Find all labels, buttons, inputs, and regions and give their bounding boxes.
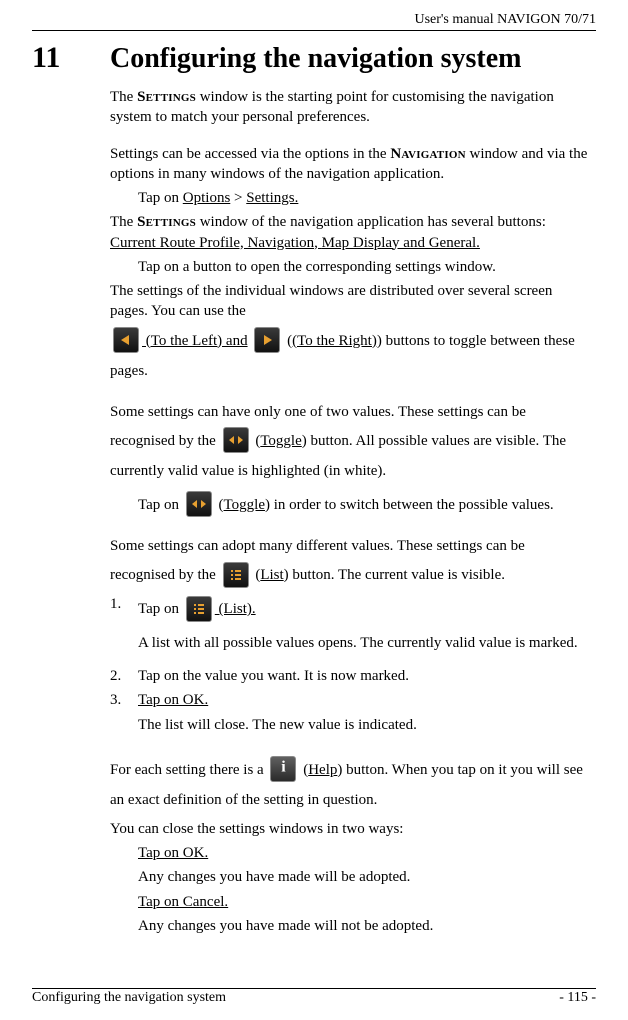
list-icon [186,596,212,622]
intro-paragraph-2: Settings can be accessed via the options… [110,144,592,185]
help-label: Help [308,762,337,778]
close-cancel: Tap on Cancel. [138,892,592,912]
running-header: User's manual NAVIGON 70/71 [32,12,596,31]
close-ok-sub: Any changes you have made will be adopte… [138,867,592,887]
step-3: 3. Tap on OK. The list will close. The n… [110,690,592,739]
tap-options-line: Tap on Options > Settings. [138,188,592,208]
tap-toggle-line: Tap on (Toggle) in order to switch betwe… [138,490,592,520]
intro-paragraph-1: The Settings window is the starting poin… [110,87,592,128]
toggle-recognise-line: recognised by the (Toggle) button. All p… [110,426,592,486]
footer-left: Configuring the navigation system [32,990,226,1006]
buttons-paragraph: The Settings window of the navigation ap… [110,212,592,253]
close-intro: You can close the settings windows in tw… [110,819,592,839]
close-cancel-sub: Any changes you have made will not be ad… [138,916,592,936]
step-3-sub: The list will close. The new value is in… [138,715,592,735]
info-icon: i [270,756,296,782]
toggle-label: Toggle [260,433,301,449]
arrow-right-icon [254,327,280,353]
list-icon [223,562,249,588]
settings-link: Settings. [246,190,298,206]
distributed-paragraph: The settings of the individual windows a… [110,281,592,322]
options-link: Options [183,190,231,206]
close-ok: Tap on OK. [138,843,592,863]
page-footer: Configuring the navigation system - 115 … [32,988,596,1006]
navigation-smallcaps: Navigation [390,146,465,162]
to-the-left-label: (To the Left) and [142,333,248,349]
chapter-title: Configuring the navigation system [110,43,521,75]
step-1-sub: A list with all possible values opens. T… [138,628,592,658]
step-2: 2. Tap on the value you want. It is now … [110,666,592,686]
chapter-heading: 11 Configuring the navigation system [32,41,596,75]
toggle-icon [223,427,249,453]
tap-button-line: Tap on a button to open the correspondin… [138,257,592,277]
two-values-paragraph: Some settings can have only one of two v… [110,402,592,422]
list-label: List [260,567,283,583]
tap-ok-link: Tap on OK. [138,692,208,708]
many-values-paragraph: Some settings can adopt many different v… [110,536,592,556]
arrow-left-icon [113,327,139,353]
step-1: 1. Tap on (List). A list with all possib… [110,594,592,662]
list-recognise-line: recognised by the (List) button. The cur… [110,560,592,590]
toggle-icon [186,491,212,517]
left-right-line: (To the Left) and ((To the Right)) butto… [110,326,592,386]
chapter-number: 11 [32,41,110,75]
footer-page-number: - 115 - [559,990,596,1006]
to-the-right-label: ((To the Right)) [287,333,382,349]
list-link: (List). [215,601,256,617]
settings-smallcaps: Settings [137,89,196,105]
help-paragraph: For each setting there is a i (Help) but… [110,755,592,815]
